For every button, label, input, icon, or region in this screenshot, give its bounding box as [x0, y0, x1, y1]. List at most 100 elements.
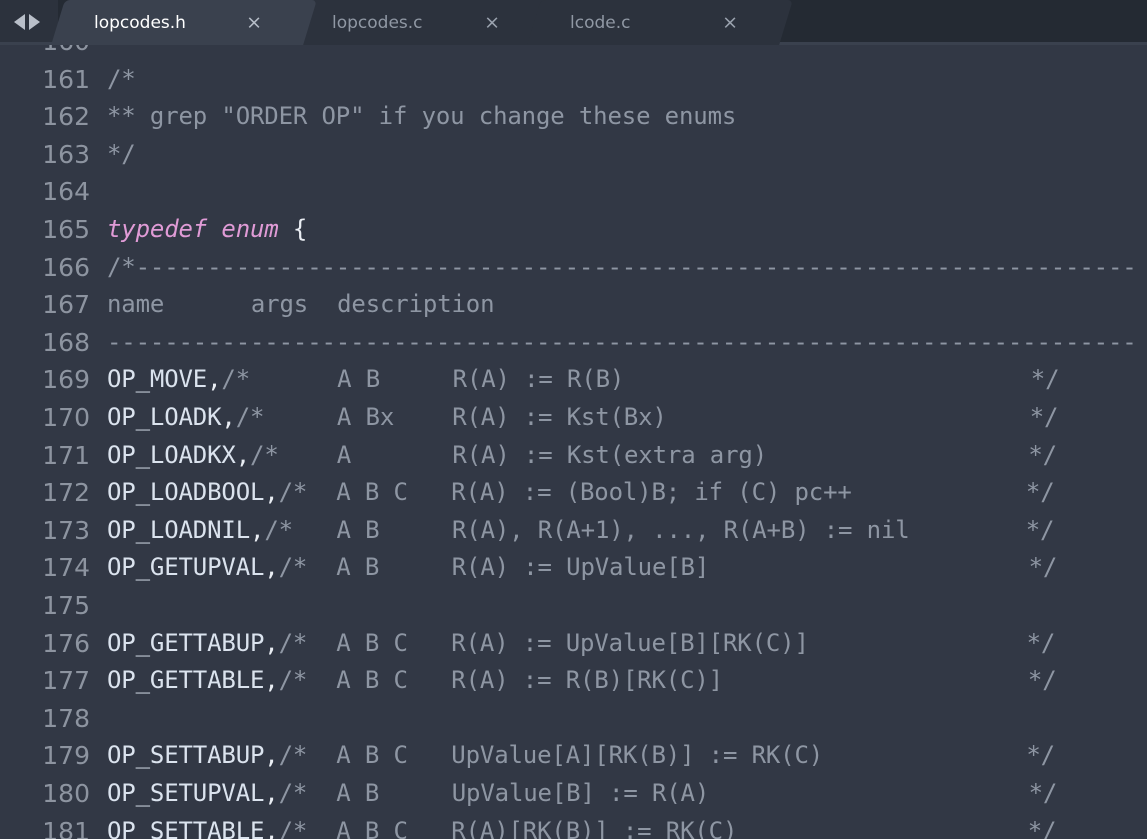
token-comment: */ [1030, 365, 1060, 394]
code-line-text: OP_SETUPVAL,/* A B UpValue[B] := R(A) */ [107, 775, 1057, 813]
close-icon[interactable]: × [246, 13, 262, 32]
close-icon[interactable]: × [722, 13, 738, 32]
line-number: 163 [42, 139, 90, 169]
line-number: 168 [42, 327, 90, 357]
token-ident: OP_LOADNIL [107, 515, 250, 544]
token-comment: UpValue[B] := R(A) [451, 779, 710, 807]
line-number: 171 [42, 440, 90, 470]
token-punct: , [250, 515, 265, 544]
line-number: 164 [42, 177, 90, 207]
code-line[interactable]: 175 [0, 587, 1147, 625]
line-number: 175 [42, 591, 90, 620]
code-line[interactable]: 176 OP_GETTABUP,/* A B C R(A) := UpValue[B]… [0, 625, 1147, 663]
code-line-text: OP_LOADK,/* A Bx R(A) := Kst(Bx) */ [107, 399, 1058, 437]
code-line[interactable]: 170 OP_LOADK,/* A Bx R(A) := Kst(Bx) */ [0, 399, 1147, 437]
token-comment: A Bx [336, 403, 395, 431]
triangle-left-icon[interactable] [14, 14, 25, 30]
token-comment: */ [1026, 628, 1056, 657]
code-line-text: OP_GETTABUP,/* A B C R(A) := UpValue[B][RK… [107, 625, 1055, 663]
token-ident: OP_SETTABUP [107, 741, 265, 770]
code-line[interactable]: 171 OP_LOADKX,/* A R(A) := Kst(extra arg) *… [0, 437, 1147, 475]
tab-lcode-c[interactable]: lcode.c × [527, 0, 793, 45]
token-comment: R(A), R(A+1), ..., R(A+B) := nil [451, 515, 910, 544]
code-line[interactable]: 173 OP_LOADNIL,/* A B R(A), R(A+1), ..., R(… [0, 512, 1147, 550]
token-comment: */ [1028, 440, 1057, 469]
tab-strip: lopcodes.h × lopcodes.c × lcode.c × [51, 0, 793, 45]
code-line[interactable]: 174 OP_GETUPVAL,/* A B R(A) := UpValue[B] */ [0, 549, 1147, 587]
token-ident: OP_LOADBOOL [107, 478, 265, 507]
token-comment: A B C [336, 741, 408, 770]
line-number: 166 [42, 252, 90, 282]
token-comment: R(A) := R(B) [452, 365, 625, 394]
code-line[interactable]: 165 typedef enum { [0, 211, 1147, 249]
line-number: 165 [42, 215, 90, 244]
token-comment: A B [336, 779, 380, 807]
code-line[interactable]: 177 OP_GETTABLE,/* A B C R(A) := R(B)[RK(C)… [0, 662, 1147, 700]
code-line[interactable]: 167 name args description [0, 286, 1147, 324]
code-line[interactable]: 164 [0, 173, 1147, 211]
triangle-right-icon[interactable] [29, 14, 40, 30]
token-ident: OP_LOADKX [107, 440, 236, 469]
line-number: 172 [42, 478, 90, 508]
token-punct: , [235, 440, 251, 469]
token-punct: , [207, 365, 222, 394]
tab-label: lopcodes.h [94, 12, 186, 33]
code-line[interactable]: 179 OP_SETTABUP,/* A B C UpValue[A][RK(B)] … [0, 737, 1147, 775]
tab-shape [527, 0, 793, 45]
code-line-text: typedef enum { [107, 211, 307, 249]
token-comment: A B C [336, 816, 408, 839]
tab-navigation-arrows[interactable] [14, 12, 50, 32]
code-line-text: OP_SETTABUP,/* A B C UpValue[A][RK(B)] := … [107, 737, 1055, 775]
tab-label: lcode.c [570, 12, 631, 33]
line-number: 170 [42, 403, 90, 432]
line-number: 174 [42, 553, 90, 583]
code-line-text: OP_LOADBOOL,/* A B C R(A) := (Bool)B; if (… [107, 474, 1055, 512]
line-number: 167 [42, 290, 90, 320]
code-line[interactable]: 161 /* [0, 61, 1147, 99]
token-comment: /* [278, 741, 308, 770]
code-line-text: ** grep "ORDER OP" if you change these e… [107, 98, 736, 136]
line-number: 173 [42, 515, 90, 545]
code-line[interactable]: 166 /*-----------------------------------… [0, 249, 1147, 287]
token-punct: , [264, 741, 279, 770]
code-line[interactable]: 163 */ [0, 136, 1147, 174]
token-comment: */ [1026, 741, 1055, 770]
tab-lopcodes-c[interactable]: lopcodes.c × [289, 0, 555, 45]
line-number: 162 [42, 102, 90, 132]
token-comment: */ [1025, 478, 1055, 507]
code-line[interactable]: 172 OP_LOADBOOL,/* A B C R(A) := (Bool)B; i… [0, 474, 1147, 512]
token-comment: name [107, 290, 165, 319]
token-comment: R(A) := (Bool)B; if (C) pc++ [451, 478, 852, 507]
code-line-text: name args description [107, 286, 495, 324]
code-text-area[interactable]: 160 161 /* 162 ** grep "ORDER OP" if you cha… [0, 45, 1147, 839]
token-comment: /* [278, 666, 308, 695]
line-number: 177 [42, 666, 90, 696]
token-punct: , [264, 666, 279, 695]
token-comment: description [337, 290, 495, 319]
code-editor[interactable]: 160 161 /* 162 ** grep "ORDER OP" if you cha… [0, 45, 1147, 839]
token-comment: A B [336, 515, 380, 544]
code-line[interactable]: 181 OP_SETTABLE,/* A B C R(A)[RK(B)] := RK(… [0, 813, 1147, 839]
token-comment: UpValue[A][RK(B)] := RK(C) [451, 741, 824, 770]
token-punct: { [278, 215, 308, 243]
line-number: 176 [42, 628, 90, 658]
code-line[interactable]: 169 OP_MOVE,/* A B R(A) := R(B) */ [0, 361, 1147, 399]
token-punct: , [264, 628, 279, 657]
token-comment: /* [235, 403, 265, 431]
code-line[interactable]: 180 OP_SETUPVAL,/* A B UpValue[B] := R(A) */ [0, 775, 1147, 813]
line-number: 180 [42, 779, 90, 808]
close-icon[interactable]: × [484, 13, 500, 32]
token-punct: , [264, 816, 279, 839]
token-comment: R(A) := UpValue[B][RK(C)] [451, 628, 809, 657]
code-line[interactable]: 168 -------------------------------------… [0, 324, 1147, 362]
token-comment: */ [1025, 515, 1055, 544]
token-ident: OP_GETTABUP [107, 628, 265, 657]
token-comment: /* [264, 515, 293, 544]
code-line[interactable]: 178 [0, 700, 1147, 738]
token-ident: OP_LOADK [107, 403, 222, 431]
code-line[interactable]: 162 ** grep "ORDER OP" if you change thes… [0, 98, 1147, 136]
code-line[interactable]: 160 [0, 45, 1147, 61]
tab-lopcodes-h[interactable]: lopcodes.h × [51, 0, 317, 45]
token-ident: OP_GETUPVAL [107, 553, 265, 582]
token-kw: typedef enum [107, 215, 279, 243]
